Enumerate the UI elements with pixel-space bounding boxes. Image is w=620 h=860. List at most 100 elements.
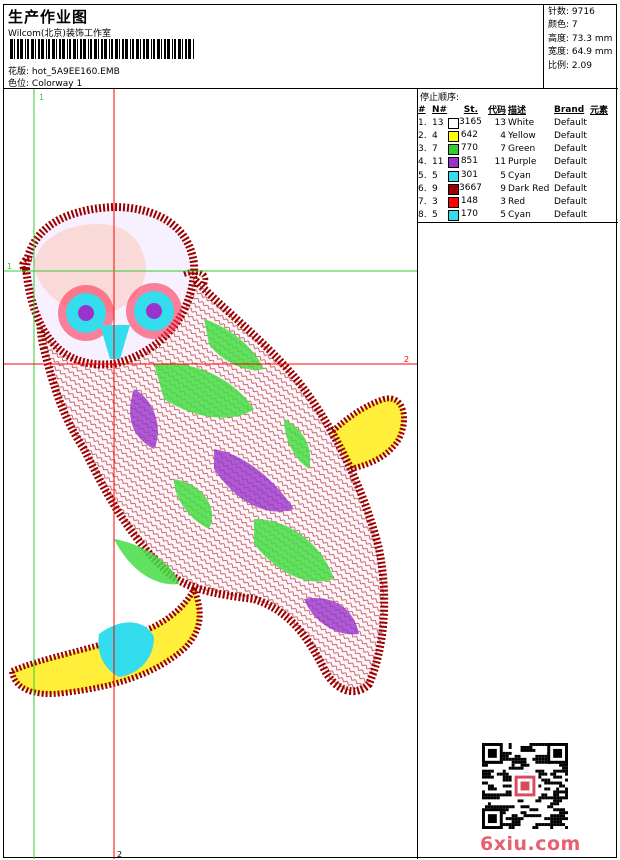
row-seq: 3. — [418, 144, 427, 155]
row-stitches: 770 — [448, 143, 482, 156]
colorway-value: Colorway 1 — [31, 79, 83, 89]
site-logo: 6xiu.com — [480, 833, 581, 855]
table-row: 8. 5 170 5 Cyan Default — [418, 209, 618, 222]
row-needle: 13 — [432, 117, 444, 128]
row-desc: Purple — [508, 157, 537, 168]
colorway-row: 色位: Colorway 1 — [8, 76, 82, 89]
row-code: 7 — [500, 144, 506, 155]
table-header-row: # N# St. 代码 描述 Brand 元素 — [418, 103, 618, 117]
row-stitches: 148 — [448, 195, 482, 208]
row-element — [590, 156, 618, 169]
row-code: 3 — [500, 196, 506, 207]
row-stitches: 170 — [448, 209, 482, 222]
row-needle: 5 — [432, 170, 438, 181]
barcode-icon — [10, 39, 194, 59]
colorway-label: 色位: — [8, 79, 30, 89]
table-row: 7. 3 148 3 Red Default — [418, 195, 618, 208]
color-swatch — [448, 210, 459, 222]
table-row: 2. 4 642 4 Yellow Default — [418, 129, 618, 142]
table-row: 6. 9 3667 9 Dark Red Default — [418, 182, 618, 195]
guide-label-v2: 2 — [117, 850, 122, 859]
row-desc: Dark Red — [508, 183, 550, 194]
color-swatch — [448, 130, 459, 142]
color-swatch — [448, 144, 459, 156]
row-seq: 8. — [418, 210, 427, 221]
row-code: 11 — [494, 157, 506, 168]
row-brand: Default — [554, 196, 587, 207]
company-name: Wilcom(北京)装饰工作室 — [8, 29, 111, 39]
row-element — [590, 195, 618, 208]
table-row: 4. 11 851 11 Purple Default — [418, 156, 618, 169]
stat-colors: 颜色: 7 — [548, 20, 578, 31]
guide-label-h1: 1 — [7, 262, 12, 271]
row-seq: 4. — [418, 157, 427, 168]
row-brand: Default — [554, 117, 587, 128]
stat-scale: 比例: 2.09 — [548, 60, 592, 71]
worksheet: 生产作业图 Wilcom(北京)装饰工作室 花版: hot_5A9EE160.E… — [3, 4, 618, 859]
stat-height: 高度: 73.3 mm — [548, 33, 613, 44]
row-needle: 7 — [432, 144, 438, 155]
row-element — [590, 209, 618, 222]
row-stitches: 3667 — [448, 182, 482, 195]
row-brand: Default — [554, 210, 587, 221]
table-row: 5. 5 301 5 Cyan Default — [418, 169, 618, 182]
guide-label-h2: 2 — [404, 355, 409, 364]
row-brand: Default — [554, 170, 587, 181]
row-needle: 9 — [432, 183, 438, 194]
row-desc: Cyan — [508, 210, 531, 221]
row-stitches: 642 — [448, 129, 482, 142]
color-swatch — [448, 157, 459, 169]
guide-label-v1: 1 — [39, 93, 44, 102]
col-code: 代码 — [487, 106, 506, 117]
row-needle: 3 — [432, 196, 438, 207]
row-code: 5 — [500, 210, 506, 221]
color-swatch — [448, 196, 459, 208]
row-brand: Default — [554, 157, 587, 168]
row-needle: 5 — [432, 210, 438, 221]
col-seq: # — [418, 104, 426, 115]
row-stitches: 851 — [448, 156, 482, 169]
stop-sequence-table: # N# St. 代码 描述 Brand 元素 1. 13 3165 13 White D… — [418, 103, 618, 222]
col-element: 元素 — [590, 106, 609, 117]
row-stitches: 301 — [448, 169, 482, 182]
owl-embroidery-image: 1 2 1 2 — [4, 89, 417, 859]
table-row: 3. 7 770 7 Green Default — [418, 143, 618, 156]
row-element — [590, 182, 618, 195]
col-stitches: St. — [463, 104, 478, 115]
color-swatch — [448, 117, 459, 129]
header-panel: 生产作业图 Wilcom(北京)装饰工作室 花版: hot_5A9EE160.E… — [4, 5, 544, 89]
row-needle: 11 — [432, 157, 444, 168]
row-brand: Default — [554, 144, 587, 155]
row-brand: Default — [554, 130, 587, 141]
row-code: 5 — [500, 170, 506, 181]
color-swatch — [448, 170, 459, 182]
row-element — [590, 143, 618, 156]
page-title: 生产作业图 — [8, 8, 89, 26]
stat-width: 宽度: 64.9 mm — [548, 47, 613, 58]
row-seq: 2. — [418, 130, 427, 141]
row-desc: White — [508, 117, 535, 128]
stop-sequence-panel: 停止顺序: # N# St. 代码 描述 Brand 元素 1. 13 3165 13… — [418, 89, 618, 223]
col-brand: Brand — [554, 104, 585, 115]
col-desc: 描述 — [508, 106, 527, 117]
row-needle: 4 — [432, 130, 438, 141]
row-seq: 1. — [418, 117, 427, 128]
row-seq: 6. — [418, 183, 427, 194]
row-desc: Green — [508, 144, 536, 155]
stop-sequence-heading: 停止顺序: — [420, 93, 460, 103]
row-seq: 5. — [418, 170, 427, 181]
stat-stitches: 针数: 9716 — [548, 7, 595, 17]
color-swatch — [448, 183, 459, 195]
stats-panel: 针数: 9716 颜色: 7 高度: 73.3 mm 宽度: 64.9 mm 比… — [544, 5, 618, 89]
row-seq: 7. — [418, 196, 427, 207]
row-desc: Red — [508, 196, 526, 207]
row-element — [590, 169, 618, 182]
qr-code-icon — [482, 743, 568, 829]
col-needle: N# — [432, 104, 448, 115]
row-desc: Cyan — [508, 170, 531, 181]
table-row: 1. 13 3165 13 White Default — [418, 116, 618, 129]
row-brand: Default — [554, 183, 587, 194]
row-code: 13 — [494, 117, 506, 128]
row-element — [590, 116, 618, 129]
row-desc: Yellow — [508, 130, 536, 141]
